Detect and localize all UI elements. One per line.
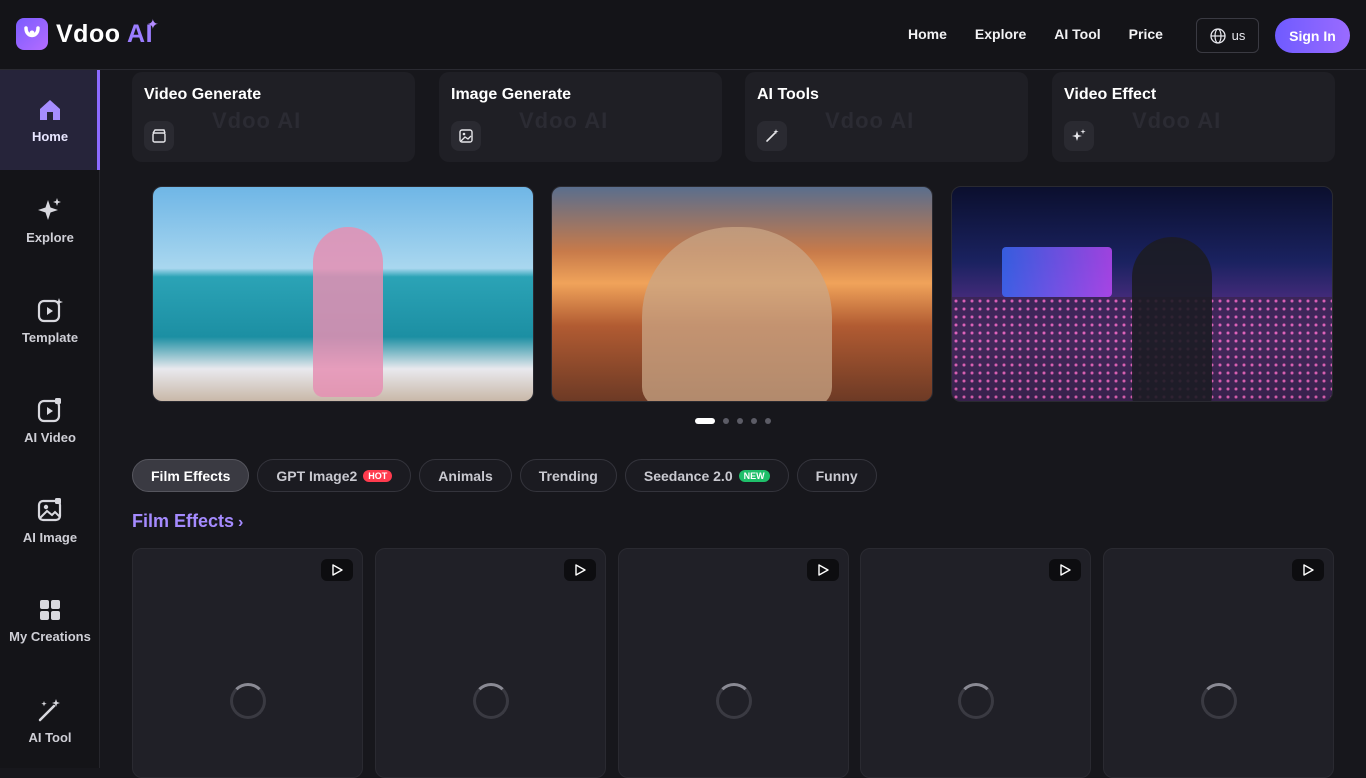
sidebar-item-explore[interactable]: Explore — [0, 170, 100, 270]
tool-card-video-effect[interactable]: Video Effect Vdoo AI — [1052, 72, 1335, 162]
tool-card-title: AI Tools — [757, 86, 819, 103]
clapper-icon — [144, 121, 174, 151]
chip-label: Film Effects — [151, 467, 231, 484]
loading-spinner-icon — [1201, 683, 1237, 719]
sidebar-item-home[interactable]: Home — [0, 70, 100, 170]
globe-icon — [1209, 27, 1226, 44]
carousel-slide-sunset[interactable] — [551, 186, 933, 402]
chip-label: Animals — [438, 467, 493, 484]
carousel-slide-yacht[interactable] — [152, 186, 534, 402]
video-card[interactable] — [860, 548, 1091, 778]
chip-gpt-image2[interactable]: GPT Image2 HOT — [257, 459, 412, 492]
top-header: Vdoo AI ✦ Home Explore AI Tool Price us … — [0, 0, 1366, 70]
magic-wand-icon — [38, 698, 60, 721]
sparkle-icon — [38, 197, 61, 220]
chip-seedance[interactable]: Seedance 2.0 NEW — [624, 459, 789, 492]
language-code: us — [1231, 28, 1246, 43]
slide-figure — [313, 227, 383, 397]
logo-icon — [16, 18, 48, 50]
loading-spinner-icon — [716, 683, 752, 719]
chip-label: Seedance 2.0 — [643, 467, 733, 484]
loading-spinner-icon — [230, 683, 266, 719]
brand-name: Vdoo AI — [56, 19, 154, 48]
play-icon[interactable] — [564, 559, 596, 581]
chip-label: Funny — [815, 467, 858, 484]
sidebar-item-my-creations[interactable]: My Creations — [0, 570, 100, 670]
sidebar-item-label: AI Tool — [28, 729, 72, 745]
image-icon — [451, 121, 481, 151]
carousel-dot[interactable] — [737, 418, 743, 424]
chevron-right-icon: › — [238, 514, 244, 531]
tool-card-image-generate[interactable]: Image Generate Vdoo AI — [439, 72, 722, 162]
video-card[interactable] — [618, 548, 849, 778]
slide-figure — [642, 227, 832, 401]
sidebar-item-label: Explore — [26, 229, 74, 245]
chip-film-effects[interactable]: Film Effects — [132, 459, 250, 492]
tool-card-title: Image Generate — [451, 86, 572, 103]
watermark-text: Vdoo AI — [519, 108, 609, 133]
loading-spinner-icon — [473, 683, 509, 719]
language-selector[interactable]: us — [1196, 18, 1259, 53]
slide-figure — [1132, 237, 1212, 401]
watermark-text: Vdoo AI — [212, 108, 302, 133]
hot-badge: HOT — [363, 469, 393, 482]
template-icon — [37, 297, 63, 322]
sidebar-item-template[interactable]: Template — [0, 270, 100, 370]
nav-ai-tool[interactable]: AI Tool — [1054, 26, 1100, 42]
new-badge: NEW — [738, 469, 770, 482]
effect-sparkle-icon — [1064, 121, 1094, 151]
nav-price[interactable]: Price — [1129, 26, 1163, 42]
sign-in-button[interactable]: Sign In — [1275, 18, 1350, 53]
video-card[interactable] — [1103, 548, 1334, 778]
tool-card-title: Video Generate — [144, 86, 262, 103]
sidebar-item-label: My Creations — [9, 628, 91, 644]
sidebar-item-label: AI Image — [22, 529, 78, 545]
nav-home[interactable]: Home — [908, 26, 947, 42]
ai-video-icon — [37, 397, 61, 422]
play-icon[interactable] — [321, 559, 353, 581]
home-icon — [40, 99, 60, 120]
wand-icon — [757, 121, 787, 151]
nav-explore[interactable]: Explore — [975, 26, 1026, 42]
sidebar: Home Explore Template AI Video AI Image … — [0, 70, 100, 768]
loading-spinner-icon — [958, 683, 994, 719]
chip-label: Trending — [538, 467, 598, 484]
grid-icon — [40, 599, 60, 620]
carousel-slide-concert[interactable] — [951, 186, 1333, 402]
watermark-text: Vdoo AI — [825, 108, 915, 133]
chip-label: GPT Image2 — [276, 467, 358, 484]
sidebar-item-ai-video[interactable]: AI Video — [0, 370, 100, 470]
main-nav: Home Explore AI Tool Price — [908, 26, 1191, 42]
chip-funny[interactable]: Funny — [796, 459, 877, 492]
play-icon[interactable] — [1292, 559, 1324, 581]
play-icon[interactable] — [807, 559, 839, 581]
tool-card-title: Video Effect — [1064, 86, 1157, 103]
sidebar-item-ai-image[interactable]: AI Image — [0, 470, 100, 570]
carousel-pagination — [695, 418, 779, 424]
carousel-dot[interactable] — [751, 418, 757, 424]
play-icon[interactable] — [1049, 559, 1081, 581]
sidebar-item-label: Home — [31, 128, 69, 144]
carousel-dot[interactable] — [695, 418, 715, 424]
video-card[interactable] — [132, 548, 363, 778]
chip-trending[interactable]: Trending — [519, 459, 617, 492]
carousel-dot[interactable] — [723, 418, 729, 424]
logo-sparkle-icon: ✦ — [147, 16, 159, 32]
tool-card-ai-tools[interactable]: AI Tools Vdoo AI — [745, 72, 1028, 162]
slide-stage — [1002, 247, 1112, 297]
video-card[interactable] — [375, 548, 606, 778]
section-title[interactable]: Film Effects › — [132, 511, 243, 532]
category-chips: Film Effects GPT Image2 HOT Animals Trend… — [132, 459, 885, 492]
chip-animals[interactable]: Animals — [419, 459, 512, 492]
sidebar-item-label: AI Video — [24, 429, 76, 445]
tool-card-video-generate[interactable]: Video Generate Vdoo AI — [132, 72, 415, 162]
carousel-dot[interactable] — [765, 418, 771, 424]
brand-logo[interactable]: Vdoo AI ✦ — [16, 16, 159, 50]
ai-image-icon — [37, 497, 62, 521]
sidebar-item-label: Template — [21, 329, 79, 345]
sidebar-item-ai-tool[interactable]: AI Tool — [0, 670, 100, 770]
watermark-text: Vdoo AI — [1132, 108, 1222, 133]
